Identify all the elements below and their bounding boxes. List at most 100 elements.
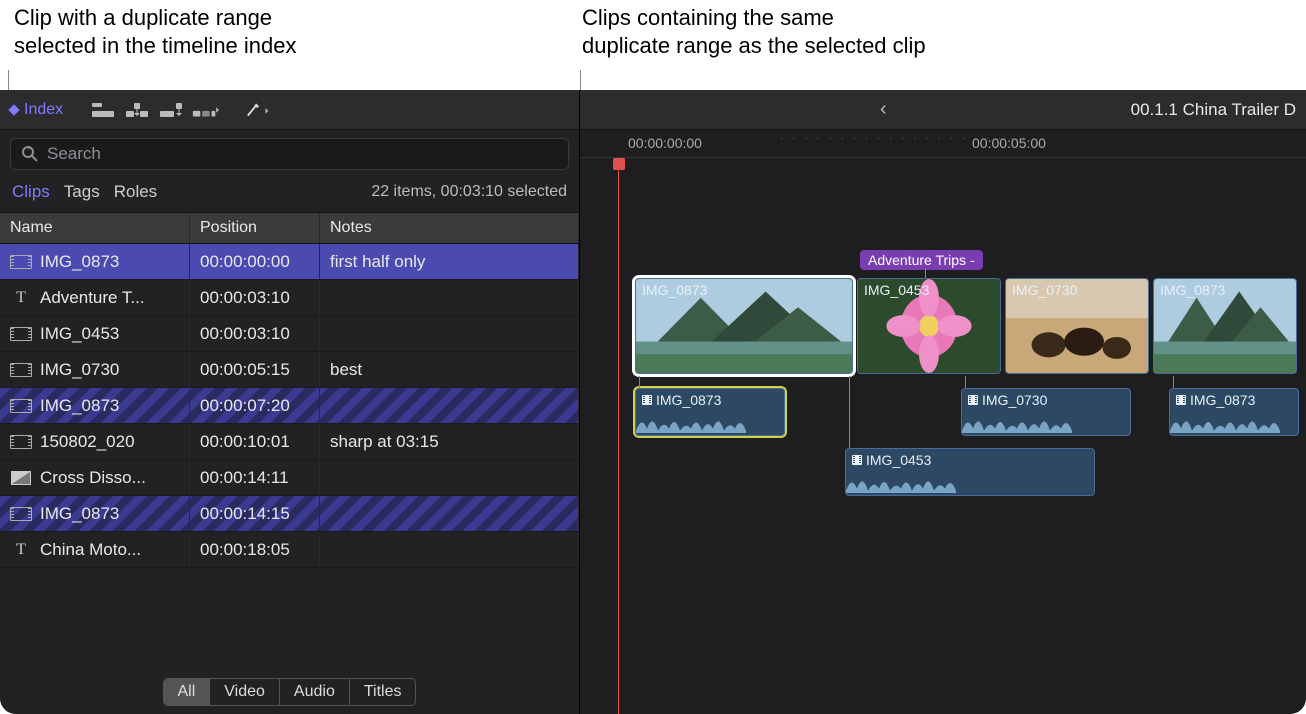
timeline-audio-clip[interactable]: IMG_0873 <box>635 388 785 436</box>
row-position: 00:00:03:10 <box>200 288 290 308</box>
film-icon <box>642 395 652 405</box>
filter-titles[interactable]: Titles <box>350 679 416 705</box>
connect-clip-button[interactable] <box>89 99 117 121</box>
row-notes: sharp at 03:15 <box>330 432 439 452</box>
row-name: IMG_0730 <box>40 360 119 380</box>
row-position: 00:00:05:15 <box>200 360 290 380</box>
tools-menu-button[interactable] <box>245 99 273 121</box>
index-tabs: Clips Tags Roles 22 items, 00:03:10 sele… <box>0 176 579 212</box>
connection-line <box>849 376 850 448</box>
index-button[interactable]: Index <box>10 101 63 119</box>
row-name: Cross Disso... <box>40 468 146 488</box>
tab-clips[interactable]: Clips <box>12 182 50 202</box>
clip-icon <box>10 255 32 269</box>
timeline-audio-clip[interactable]: IMG_0453 <box>845 448 1095 496</box>
clip-icon <box>10 327 32 341</box>
timeline-clip[interactable]: IMG_0873 <box>635 278 853 374</box>
project-titlebar: ‹ 00.1.1 China Trailer D <box>580 90 1306 130</box>
toolbar: Index <box>0 90 579 130</box>
filter-segmented: All Video Audio Titles <box>163 678 417 706</box>
clip-label: IMG_0730 <box>968 392 1047 408</box>
row-position: 00:00:14:11 <box>200 468 289 488</box>
tab-tags[interactable]: Tags <box>64 182 100 202</box>
timeline-panel: ‹ 00.1.1 China Trailer D 00:00:00:00 · ·… <box>580 90 1306 714</box>
col-notes[interactable]: Notes <box>320 213 579 243</box>
time-ruler[interactable]: 00:00:00:00 · · · · · · · · · · · · · · … <box>580 130 1306 158</box>
filter-all[interactable]: All <box>164 679 211 705</box>
timeline-clip[interactable]: IMG_0730 <box>1005 278 1149 374</box>
film-icon <box>852 455 862 465</box>
row-position: 00:00:03:10 <box>200 324 290 344</box>
row-name: IMG_0873 <box>40 504 119 524</box>
clip-label: IMG_0730 <box>1012 282 1077 298</box>
clip-icon <box>10 507 32 521</box>
append-clip-button[interactable] <box>157 99 185 121</box>
transition-icon <box>10 471 32 485</box>
clip-label: IMG_0873 <box>642 392 721 408</box>
connection-line <box>965 376 966 388</box>
playhead[interactable] <box>618 158 619 714</box>
app-window: Index Search <box>0 90 1306 714</box>
col-name[interactable]: Name <box>0 213 190 243</box>
connection-line <box>639 376 640 388</box>
table-row[interactable]: T China Moto... 00:00:18:05 <box>0 532 579 568</box>
row-position: 00:00:00:00 <box>200 252 290 272</box>
clip-label: IMG_0873 <box>1160 282 1225 298</box>
table-row[interactable]: T Adventure T... 00:00:03:10 <box>0 280 579 316</box>
row-name: IMG_0873 <box>40 396 119 416</box>
film-icon <box>1176 395 1186 405</box>
callout-right: Clips containing the sameduplicate range… <box>582 4 926 59</box>
title-icon: T <box>10 543 32 557</box>
search-input[interactable]: Search <box>10 138 569 170</box>
timeline-audio-clip[interactable]: IMG_0873 <box>1169 388 1299 436</box>
col-position[interactable]: Position <box>190 213 320 243</box>
table-row[interactable]: IMG_0730 00:00:05:15 best <box>0 352 579 388</box>
table-row[interactable]: IMG_0873 00:00:00:00 first half only <box>0 244 579 280</box>
insert-clip-button[interactable] <box>123 99 151 121</box>
row-notes: first half only <box>330 252 425 272</box>
timeline-clip[interactable]: IMG_0873 <box>1153 278 1297 374</box>
filter-audio[interactable]: Audio <box>280 679 350 705</box>
clip-label: IMG_0453 <box>852 452 931 468</box>
clip-icon <box>10 435 32 449</box>
timeline-index-panel: Index Search <box>0 90 580 714</box>
row-position: 00:00:14:15 <box>200 504 290 524</box>
clip-label: IMG_0453 <box>864 282 929 298</box>
connection-line <box>1173 376 1174 388</box>
overwrite-clip-button[interactable] <box>191 99 219 121</box>
title-clip[interactable]: Adventure Trips - <box>860 250 983 270</box>
index-label: Index <box>24 101 63 119</box>
table-row[interactable]: IMG_0873 00:00:14:15 <box>0 496 579 532</box>
item-count: 22 items, 00:03:10 selected <box>371 183 567 201</box>
row-notes: best <box>330 360 362 380</box>
ruler-mark: 00:00:05:00 <box>972 135 1046 151</box>
row-position: 00:00:07:20 <box>200 396 290 416</box>
row-name: 150802_020 <box>40 432 135 452</box>
back-button[interactable]: ‹ <box>880 98 887 121</box>
table-header: Name Position Notes <box>0 212 579 244</box>
row-name: IMG_0453 <box>40 324 119 344</box>
ruler-mark: 00:00:00:00 <box>628 135 702 151</box>
timeline-body[interactable]: Adventure Trips - IMG_0873 IMG_0453 IMG_07… <box>580 158 1306 714</box>
table-row[interactable]: IMG_0453 00:00:03:10 <box>0 316 579 352</box>
clip-label: IMG_0873 <box>642 282 707 298</box>
row-name: China Moto... <box>40 540 141 560</box>
callout-left: Clip with a duplicate rangeselected in t… <box>14 4 297 59</box>
filter-video[interactable]: Video <box>210 679 280 705</box>
row-position: 00:00:10:01 <box>200 432 290 452</box>
table-row[interactable]: Cross Disso... 00:00:14:11 <box>0 460 579 496</box>
title-icon: T <box>10 291 32 305</box>
tab-roles[interactable]: Roles <box>114 182 157 202</box>
clip-label: IMG_0873 <box>1176 392 1255 408</box>
row-name: IMG_0873 <box>40 252 119 272</box>
row-position: 00:00:18:05 <box>200 540 290 560</box>
row-name: Adventure T... <box>40 288 145 308</box>
timeline-audio-clip[interactable]: IMG_0730 <box>961 388 1131 436</box>
timeline-clip[interactable]: IMG_0453 <box>857 278 1001 374</box>
clip-icon <box>10 363 32 377</box>
search-icon <box>21 145 39 163</box>
table-row[interactable]: IMG_0873 00:00:07:20 <box>0 388 579 424</box>
film-icon <box>968 395 978 405</box>
index-diamond-icon <box>8 104 19 115</box>
table-row[interactable]: 150802_020 00:00:10:01 sharp at 03:15 <box>0 424 579 460</box>
